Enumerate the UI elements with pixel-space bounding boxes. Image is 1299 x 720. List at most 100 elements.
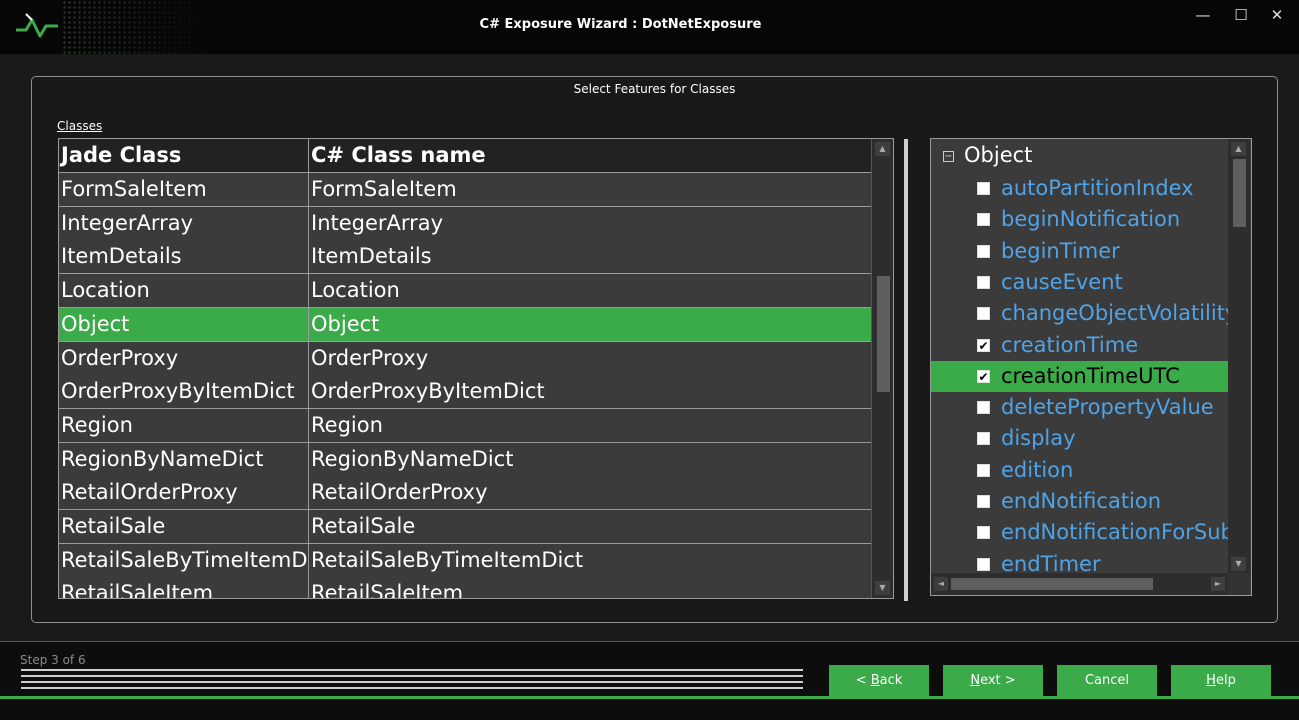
jade-class-cell[interactable]: RetailSaleByTimeItemDi [59,543,309,577]
checkbox-icon[interactable] [977,275,990,289]
collapse-icon[interactable]: − [943,151,954,162]
tree-scroll-thumb[interactable] [1233,159,1246,227]
tree-item[interactable]: ✔ creationTime [931,330,1228,361]
csharp-class-name-cell[interactable]: RetailSaleByTimeItemDict [309,544,871,577]
cancel-button[interactable]: Cancel [1057,665,1157,696]
tree-root-node[interactable]: − Object [943,143,1032,167]
checked-checkbox-icon[interactable]: ✔ [977,369,990,383]
checkbox-icon[interactable] [977,495,990,508]
tree-item[interactable]: causeEvent [931,267,1228,298]
tree-item-label[interactable]: creationTime [1001,330,1138,361]
checkbox-icon[interactable] [977,244,990,258]
jade-class-cell[interactable]: ItemDetails [59,240,309,274]
checkbox-icon[interactable] [977,432,990,446]
jade-class-cell[interactable]: IntegerArray [59,206,309,240]
table-row[interactable]: FormSaleItem FormSaleItem [59,173,871,207]
tree-item[interactable]: ✔ creationTimeUTC [931,360,1228,392]
jade-class-cell[interactable]: Location [59,274,309,308]
tree-item-label[interactable]: deletePropertyValue [1001,392,1214,423]
tree-item-label[interactable]: autoPartitionIndex [1001,173,1194,204]
table-row[interactable]: RetailSaleByTimeItemDi RetailSaleByTimeIt… [59,543,871,578]
jade-class-cell[interactable]: OrderProxy [59,341,309,375]
help-button[interactable]: Help [1171,665,1271,696]
scroll-left-arrow-icon[interactable]: ◄ [934,577,948,591]
jade-class-cell[interactable]: OrderProxyByItemDict [59,375,309,409]
table-row[interactable]: RegionByNameDict RegionByNameDict [59,442,871,477]
csharp-class-name-cell[interactable]: Object [309,308,871,341]
table-scroll-thumb[interactable] [877,276,890,392]
column-header-jade-class[interactable]: Jade Class [59,139,309,172]
checkbox-icon[interactable] [977,182,990,195]
csharp-class-name-cell[interactable]: Location [309,274,871,307]
column-header-csharp-class-name[interactable]: C# Class name [309,139,871,172]
checkbox-icon[interactable] [977,401,990,415]
tree-vertical-scrollbar[interactable]: ▲ ▼ [1228,139,1250,573]
csharp-class-name-cell[interactable]: Region [309,409,871,442]
tree-item-label[interactable]: beginTimer [1001,236,1120,267]
table-row[interactable]: IntegerArray IntegerArray [59,206,871,241]
csharp-class-name-cell[interactable]: OrderProxyByItemDict [309,375,871,408]
jade-class-cell[interactable]: RegionByNameDict [59,442,309,476]
tree-item[interactable]: display [931,423,1228,454]
table-row[interactable]: Object Object [59,307,871,342]
table-vertical-scrollbar[interactable]: ▲ ▼ [871,139,893,598]
tree-horizontal-scrollbar[interactable]: ◄ ► [931,573,1228,595]
tree-scroll-down-arrow-icon[interactable]: ▼ [1231,557,1246,571]
tree-item[interactable]: autoPartitionIndex [931,173,1228,204]
checkbox-icon[interactable] [977,463,990,477]
table-row[interactable]: ItemDetails ItemDetails [59,240,871,275]
checkbox-icon[interactable] [977,213,990,227]
close-icon[interactable]: ✕ [1264,6,1290,28]
tree-item-label[interactable]: edition [1001,455,1073,486]
jade-class-cell[interactable]: RetailSale [59,510,309,543]
csharp-class-name-cell[interactable]: RegionByNameDict [309,443,871,476]
csharp-class-name-cell[interactable]: ItemDetails [309,240,871,273]
table-row[interactable]: Location Location [59,274,871,309]
csharp-class-name-cell[interactable]: RetailSaleItem [309,577,871,598]
jade-class-cell[interactable]: RetailOrderProxy [59,476,309,510]
maximize-icon[interactable]: ☐ [1228,6,1254,28]
scroll-up-arrow-icon[interactable]: ▲ [875,142,890,156]
jade-class-cell[interactable]: FormSaleItem [59,173,309,206]
checkbox-icon[interactable] [977,307,990,321]
tree-item[interactable]: changeObjectVolatility [931,298,1228,329]
jade-class-cell[interactable]: Region [59,408,309,442]
tree-item[interactable]: beginNotification [931,204,1228,235]
tree-item-label[interactable]: creationTimeUTC [1001,361,1180,392]
checkbox-icon[interactable] [977,526,990,540]
csharp-class-name-cell[interactable]: RetailOrderProxy [309,476,871,509]
back-button[interactable]: < Back [829,665,929,696]
tree-item[interactable]: edition [931,455,1228,486]
tree-item[interactable]: endNotification [931,486,1228,517]
next-button[interactable]: Next > [943,665,1043,696]
checkbox-icon[interactable] [977,557,990,571]
csharp-class-name-cell[interactable]: IntegerArray [309,207,871,240]
table-row[interactable]: OrderProxyByItemDict OrderProxyByItemDict [59,375,871,410]
jade-class-cell[interactable]: Object [59,307,309,341]
tree-item-label[interactable]: display [1001,423,1076,454]
table-row[interactable]: RetailOrderProxy RetailOrderProxy [59,476,871,511]
scroll-right-arrow-icon[interactable]: ► [1211,577,1225,591]
tree-item-label[interactable]: endNotificationForSubscriber [1001,517,1228,548]
splitter[interactable] [904,139,908,601]
jade-class-cell[interactable]: RetailSaleItem [59,577,309,598]
table-row[interactable]: Region Region [59,408,871,443]
tree-item-label[interactable]: endNotification [1001,486,1161,517]
tree-item-label[interactable]: beginNotification [1001,204,1180,235]
tree-item-label[interactable]: changeObjectVolatility [1001,298,1228,329]
table-row[interactable]: RetailSaleItem RetailSaleItem [59,577,871,598]
tree-item[interactable]: beginTimer [931,236,1228,267]
tree-item-label[interactable]: causeEvent [1001,267,1123,298]
checked-checkbox-icon[interactable]: ✔ [977,338,990,352]
scroll-down-arrow-icon[interactable]: ▼ [875,581,890,595]
csharp-class-name-cell[interactable]: FormSaleItem [309,173,871,206]
csharp-class-name-cell[interactable]: OrderProxy [309,342,871,375]
tree-item[interactable]: deletePropertyValue [931,392,1228,423]
tree-horizontal-scroll-thumb[interactable] [951,578,1153,590]
tree-item[interactable]: endNotificationForSubscriber [931,517,1228,548]
table-row[interactable]: OrderProxy OrderProxy [59,341,871,376]
csharp-class-name-cell[interactable]: RetailSale [309,510,871,543]
table-row[interactable]: RetailSale RetailSale [59,510,871,544]
minimize-icon[interactable]: — [1190,6,1216,28]
tree-scroll-up-arrow-icon[interactable]: ▲ [1231,142,1246,156]
